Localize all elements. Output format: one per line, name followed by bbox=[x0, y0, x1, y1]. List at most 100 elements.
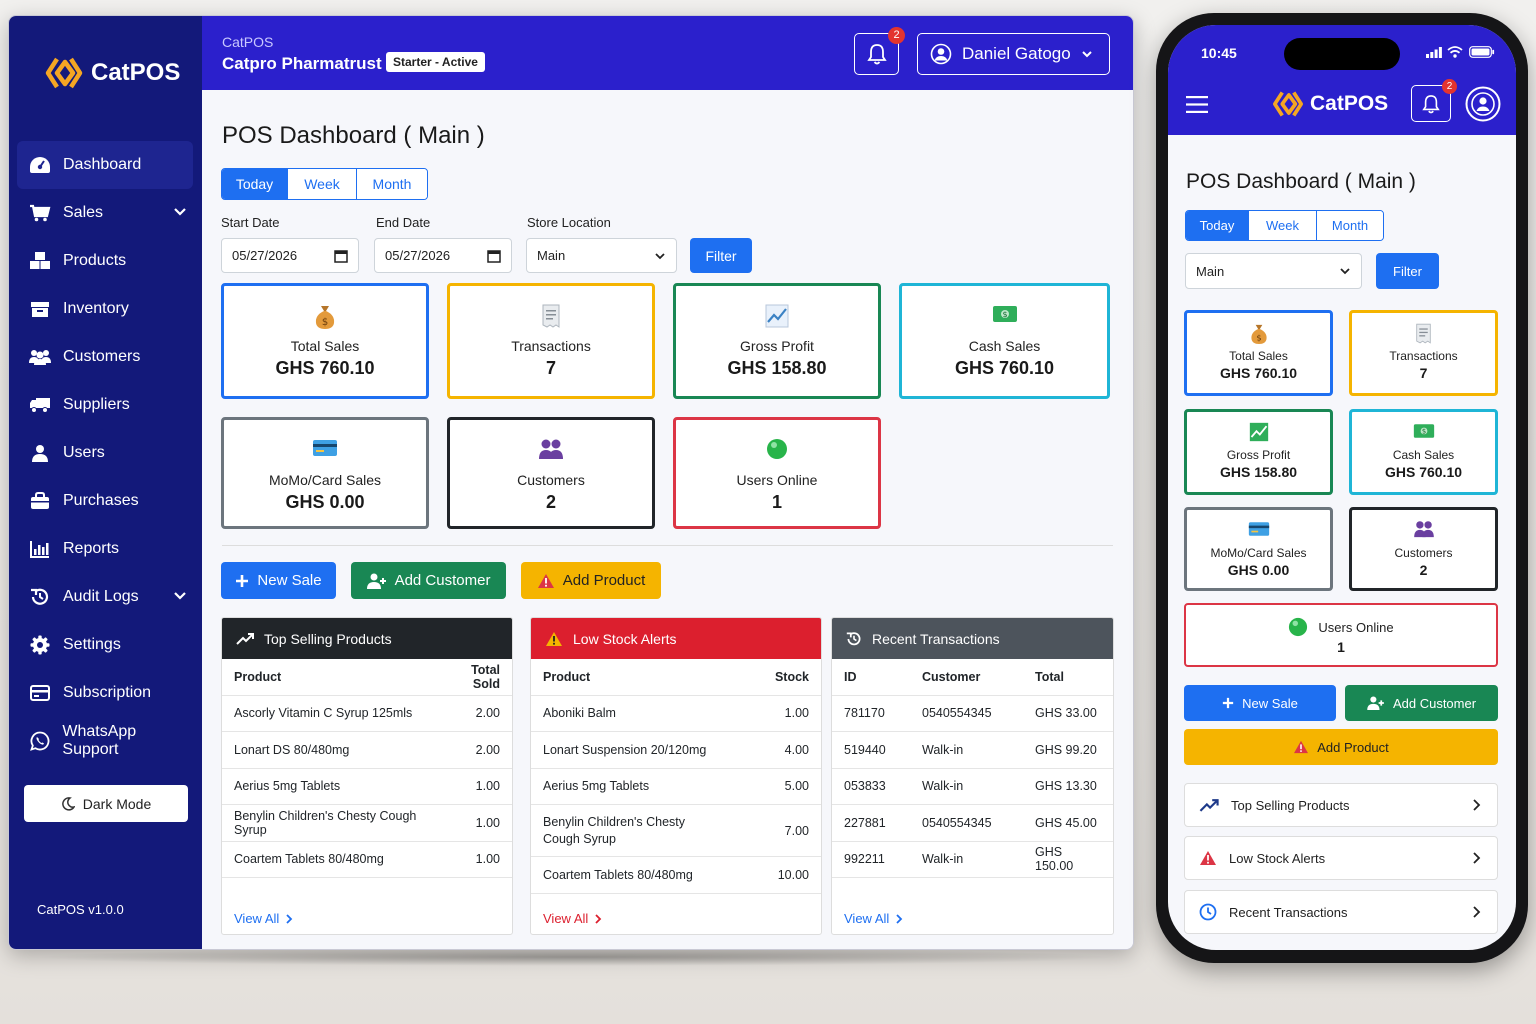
whatsapp-icon bbox=[29, 731, 50, 751]
table-row[interactable]: Lonart Suspension 20/120mg 4.00 bbox=[531, 731, 821, 769]
sidebar-logo[interactable]: CatPOS bbox=[45, 56, 180, 90]
sidebar-item-customers[interactable]: Customers bbox=[17, 333, 193, 381]
account-icon[interactable] bbox=[1465, 86, 1501, 122]
sidebar-item-inventory[interactable]: Inventory bbox=[17, 285, 193, 333]
sidebar-item-suppliers[interactable]: Suppliers bbox=[17, 381, 193, 429]
warning-icon bbox=[537, 573, 554, 588]
sidebar-item-sales[interactable]: Sales bbox=[17, 189, 193, 237]
chart-icon bbox=[29, 539, 51, 559]
sidebar-item-settings[interactable]: Settings bbox=[17, 621, 193, 669]
table-row[interactable]: Benylin Children's Chesty Cough Syrup 1.0… bbox=[222, 804, 512, 842]
table-row[interactable]: Benylin Children's Chesty Cough Syrup 7.0… bbox=[531, 804, 821, 857]
mobile-period-toggle: Today Week Month bbox=[1185, 210, 1384, 241]
mobile-filter-button[interactable]: Filter bbox=[1376, 253, 1439, 289]
user-plus-icon bbox=[366, 573, 386, 589]
add-product-button[interactable]: Add Product bbox=[521, 562, 661, 599]
dark-mode-button[interactable]: Dark Mode bbox=[24, 785, 188, 822]
table-row[interactable]: Lonart DS 80/480mg 2.00 bbox=[222, 731, 512, 769]
table-row[interactable]: Aerius 5mg Tablets 5.00 bbox=[531, 768, 821, 805]
notifications-button[interactable]: 2 bbox=[854, 27, 905, 75]
plan-badge: Starter - Active bbox=[386, 52, 485, 72]
phone-frame: 10:45 CatPOS 2 POS Dashboard ( Main ) To… bbox=[1156, 13, 1528, 963]
mobile-low-stock-link[interactable]: Low Stock Alerts bbox=[1184, 836, 1498, 880]
boxes-icon bbox=[29, 251, 51, 271]
svg-text:$: $ bbox=[1002, 310, 1007, 319]
chevron-right-icon bbox=[1473, 906, 1481, 918]
new-sale-button[interactable]: New Sale bbox=[221, 562, 336, 599]
period-week[interactable]: Week bbox=[288, 169, 357, 199]
history-icon bbox=[29, 587, 51, 607]
credit-card-icon bbox=[224, 438, 426, 464]
warning-icon bbox=[546, 631, 562, 646]
sidebar-item-products[interactable]: Products bbox=[17, 237, 193, 285]
bag-icon bbox=[29, 491, 51, 511]
svg-text:$: $ bbox=[322, 317, 328, 328]
user-menu-button[interactable]: Daniel Gatogo bbox=[917, 33, 1110, 75]
top-selling-view-all-link[interactable]: View All bbox=[234, 911, 293, 926]
top-selling-table: Product Total Sold Ascorly Vitamin C Syru… bbox=[222, 659, 512, 878]
truck-icon bbox=[29, 395, 51, 415]
sidebar-item-subscription[interactable]: Subscription bbox=[17, 669, 193, 717]
page-title: POS Dashboard ( Main ) bbox=[222, 122, 485, 149]
period-week[interactable]: Week bbox=[1249, 211, 1317, 240]
table-row[interactable]: Aboniki Balm 1.00 bbox=[531, 695, 821, 732]
notification-count-badge: 2 bbox=[888, 27, 905, 44]
cash-sales-card: $ Cash Sales GHS 760.10 bbox=[899, 283, 1110, 399]
wifi-icon bbox=[1447, 46, 1463, 58]
chart-increasing-icon bbox=[676, 304, 878, 330]
gear-icon bbox=[29, 635, 51, 655]
catpos-logo-icon bbox=[1272, 91, 1304, 117]
recent-transactions-view-all-link[interactable]: View All bbox=[844, 911, 903, 926]
sidebar-item-users[interactable]: Users bbox=[17, 429, 193, 477]
period-today[interactable]: Today bbox=[222, 169, 288, 199]
trend-up-icon bbox=[1199, 798, 1219, 812]
table-row[interactable]: 519440 Walk-in GHS 99.20 bbox=[832, 731, 1113, 769]
table-row[interactable]: 227881 0540554345 GHS 45.00 bbox=[832, 804, 1113, 842]
low-stock-table: Product Stock Aboniki Balm 1.00 Lonart Sus… bbox=[531, 659, 821, 894]
period-month[interactable]: Month bbox=[1317, 211, 1383, 240]
mobile-recent-transactions-link[interactable]: Recent Transactions bbox=[1184, 890, 1498, 934]
sidebar-item-reports[interactable]: Reports bbox=[17, 525, 193, 573]
sidebar-item-audit-logs[interactable]: Audit Logs bbox=[17, 573, 193, 621]
start-date-input[interactable]: 05/27/2026 bbox=[221, 238, 359, 273]
sidebar-item-purchases[interactable]: Purchases bbox=[17, 477, 193, 525]
mobile-logo[interactable]: CatPOS bbox=[1272, 90, 1388, 118]
mobile-new-sale-button[interactable]: New Sale bbox=[1184, 685, 1336, 721]
add-customer-button[interactable]: Add Customer bbox=[351, 562, 506, 599]
chevron-down-icon bbox=[174, 592, 186, 600]
table-row[interactable]: Aerius 5mg Tablets 1.00 bbox=[222, 768, 512, 805]
sidebar-item-dashboard[interactable]: Dashboard bbox=[17, 141, 193, 189]
credit-card-icon bbox=[29, 683, 51, 703]
chevron-right-icon bbox=[286, 913, 293, 924]
period-toggle: Today Week Month bbox=[221, 168, 428, 200]
mobile-store-location-select[interactable]: Main bbox=[1185, 253, 1362, 289]
dashboard-icon bbox=[29, 155, 51, 175]
top-selling-panel: Top Selling Products Product Total Sold A… bbox=[221, 617, 513, 935]
user-icon bbox=[29, 443, 51, 463]
period-month[interactable]: Month bbox=[357, 169, 427, 199]
table-row[interactable]: Coartem Tablets 80/480mg 10.00 bbox=[531, 856, 821, 894]
store-location-select[interactable]: Main bbox=[526, 238, 677, 273]
mobile-add-customer-button[interactable]: Add Customer bbox=[1345, 685, 1498, 721]
table-row[interactable]: 781170 0540554345 GHS 33.00 bbox=[832, 695, 1113, 732]
sidebar-item-whatsapp-support[interactable]: WhatsApp Support bbox=[17, 717, 193, 765]
money-bag-icon: $ bbox=[224, 304, 426, 330]
chevron-down-icon bbox=[1340, 268, 1350, 275]
mobile-add-product-button[interactable]: Add Product bbox=[1184, 729, 1498, 765]
cash-icon: $ bbox=[1352, 422, 1495, 444]
table-row[interactable]: Coartem Tablets 80/480mg 1.00 bbox=[222, 841, 512, 878]
low-stock-view-all-link[interactable]: View All bbox=[543, 911, 602, 926]
filter-button[interactable]: Filter bbox=[690, 238, 752, 273]
end-date-label: End Date bbox=[376, 215, 431, 230]
calendar-icon bbox=[334, 249, 348, 263]
mobile-gross-profit-card: Gross Profit GHS 158.80 bbox=[1184, 409, 1333, 495]
mobile-notifications-button[interactable]: 2 bbox=[1411, 79, 1457, 122]
end-date-input[interactable]: 05/27/2026 bbox=[374, 238, 512, 273]
period-today[interactable]: Today bbox=[1186, 211, 1249, 240]
table-row[interactable]: Ascorly Vitamin C Syrup 125mls 2.00 bbox=[222, 695, 512, 732]
table-row[interactable]: 992211 Walk-in GHS 150.00 bbox=[832, 841, 1113, 878]
mobile-top-selling-link[interactable]: Top Selling Products bbox=[1184, 783, 1498, 827]
table-row[interactable]: 053833 Walk-in GHS 13.30 bbox=[832, 768, 1113, 805]
mobile-momo-card-sales-card: MoMo/Card Sales GHS 0.00 bbox=[1184, 507, 1333, 591]
hamburger-menu-icon[interactable] bbox=[1186, 96, 1208, 113]
